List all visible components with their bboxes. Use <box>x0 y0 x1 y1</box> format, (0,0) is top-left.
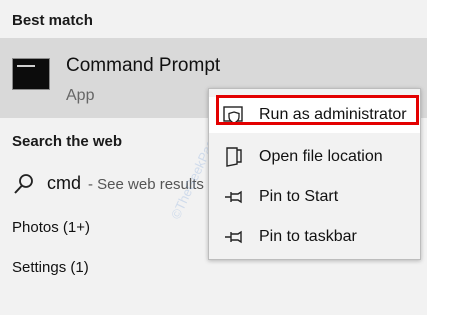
menu-item-pin-to-taskbar[interactable]: Pin to taskbar <box>209 219 420 255</box>
context-menu: Run as administrator Open file location … <box>208 88 421 260</box>
best-match-header: Best match <box>12 12 93 29</box>
best-match-subtitle: App <box>66 87 95 104</box>
category-settings[interactable]: Settings (1) <box>12 259 89 276</box>
highlight-box <box>216 95 419 125</box>
web-search-query: cmd <box>47 173 82 193</box>
search-web-header: Search the web <box>12 133 123 150</box>
best-match-title: Command Prompt <box>66 55 221 76</box>
menu-item-pin-to-start[interactable]: Pin to Start <box>209 179 420 215</box>
pin-icon <box>225 190 242 204</box>
menu-item-open-file-location[interactable]: Open file location <box>209 139 420 175</box>
menu-label: Pin to Start <box>259 188 339 205</box>
pin-icon <box>225 230 242 244</box>
search-icon <box>14 174 33 194</box>
preview-pane <box>427 0 463 315</box>
category-photos[interactable]: Photos (1+) <box>12 219 90 236</box>
menu-label: Pin to taskbar <box>259 228 357 245</box>
folder-location-icon <box>226 147 242 167</box>
command-prompt-icon <box>12 58 50 90</box>
menu-label: Open file location <box>259 148 383 165</box>
